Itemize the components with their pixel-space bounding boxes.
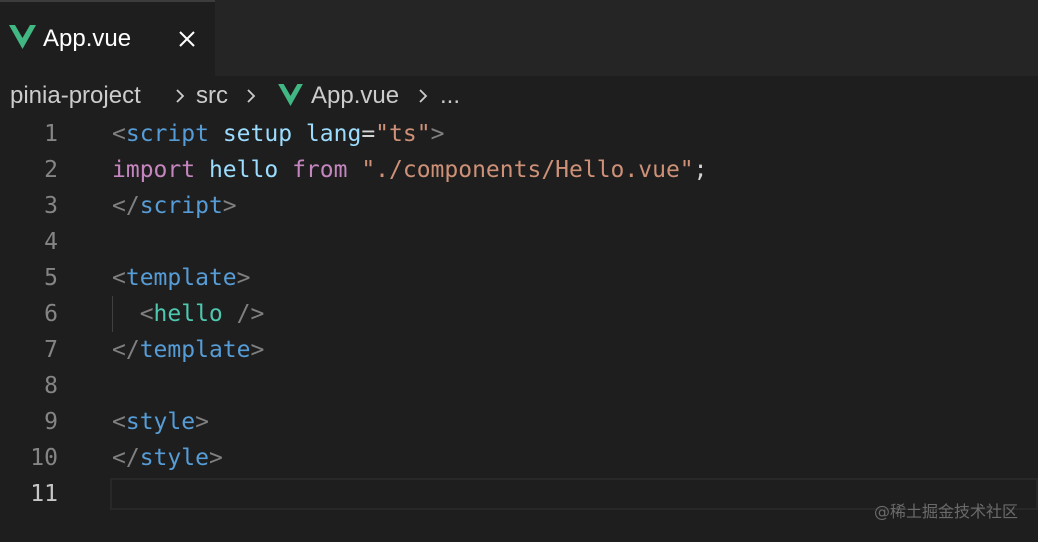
breadcrumb-item-pinia-project[interactable]: pinia-project [10,81,141,111]
line-number: 8 [44,373,58,399]
code-token: > [430,121,445,147]
chevron-right-icon [419,89,428,103]
code-token: template [139,337,251,363]
code-token: template [125,265,237,291]
code-token: script [125,121,209,147]
vue-icon [9,25,36,49]
code-token: = [361,121,376,147]
code-token: > [208,445,223,471]
chevron-right-icon [247,89,256,103]
line-number: 3 [44,193,58,219]
line-number: 10 [30,445,58,471]
code-token: > [195,409,209,435]
line-number: 6 [44,301,58,327]
code-token: setup [222,121,293,147]
code-token: </ [112,337,140,363]
tab-bar: App.vue [0,0,1038,76]
code-token: import [112,157,196,183]
breadcrumb-item-app-vue[interactable]: App.vue [311,81,399,111]
code-token: < [112,121,126,147]
breadcrumb-item-more[interactable]: ... [440,81,460,111]
close-icon[interactable] [175,27,199,51]
code-line[interactable]: </script> [112,188,237,224]
code-token: lang [305,121,362,147]
code-token: > [236,265,251,291]
breadcrumb-item-src[interactable]: src [196,81,228,111]
indent-guide [112,296,113,332]
code-token: > [222,193,237,219]
code-token: > [250,337,265,363]
code-token: style [125,409,196,435]
line-number: 5 [44,265,58,291]
watermark: @稀土掘金技术社区 [873,502,1018,521]
code-token: ; [693,157,708,183]
code-line[interactable]: <template> [112,260,251,296]
tab-app-vue[interactable]: App.vue [0,0,215,76]
code-token: < [112,409,126,435]
code-token: < [112,301,154,327]
code-line[interactable]: <hello /> [112,296,265,332]
line-number: 11 [30,481,58,507]
vue-icon [278,84,303,106]
code-line[interactable]: </template> [112,332,264,368]
code-token: </ [112,445,140,471]
code-token: "./components/Hello.vue" [361,157,694,183]
breadcrumb [0,76,1038,116]
code-token: < [112,265,126,291]
code-token: hello [153,301,223,327]
code-token: "ts" [375,121,431,147]
tab-label: App.vue [43,25,132,52]
code-editor[interactable]: 1 2 3 4 5 6 7 8 9 10 11 <script setup lang="ts"> im… [0,116,1038,542]
code-token: hello [208,157,279,183]
code-token: from [292,157,348,183]
line-number: 1 [44,121,58,147]
line-number: 2 [44,157,58,183]
code-line[interactable]: </style> [112,440,223,476]
line-number: 9 [44,409,58,435]
code-line[interactable]: <script setup lang="ts"> [112,116,444,152]
line-number: 4 [44,229,58,255]
code-token: </ [112,193,140,219]
code-line[interactable]: <style> [112,404,209,440]
line-number: 7 [44,337,58,363]
code-token: /> [222,301,265,327]
code-token: style [139,445,209,471]
code-token: script [139,193,223,219]
chevron-right-icon [176,89,185,103]
code-line[interactable]: import hello from "./components/Hello.vu… [112,152,708,188]
